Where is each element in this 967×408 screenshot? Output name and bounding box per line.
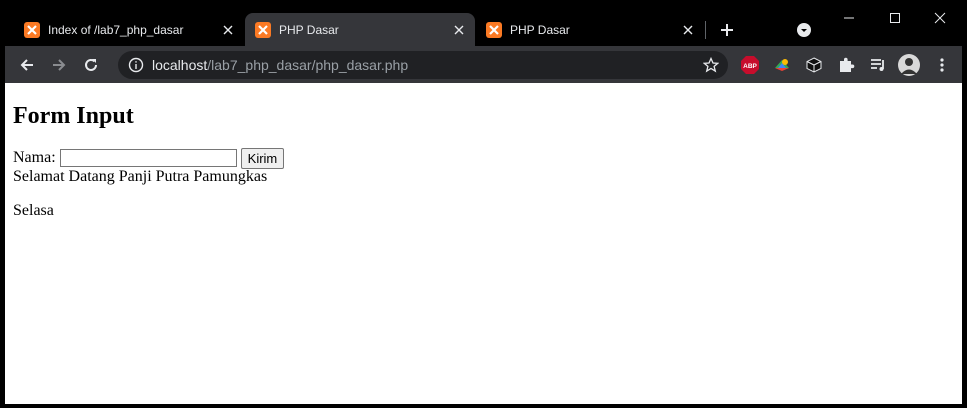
colorful-extension-icon[interactable] — [771, 54, 793, 76]
adblock-extension-icon[interactable]: ABP — [739, 54, 761, 76]
svg-text:ABP: ABP — [743, 63, 757, 70]
tab-strip: Index of /lab7_php_dasar PHP Dasar PHP D… — [0, 0, 967, 46]
name-input[interactable] — [59, 149, 237, 167]
browser-window: Index of /lab7_php_dasar PHP Dasar PHP D… — [0, 0, 967, 408]
close-icon — [934, 12, 946, 24]
close-window-button[interactable] — [925, 8, 955, 28]
page-content: Form Input Nama: Kirim Selamat Datang Pa… — [13, 83, 285, 220]
forward-button[interactable] — [46, 52, 72, 78]
day-text: Selasa — [13, 202, 54, 219]
url-host: localhost — [152, 57, 208, 73]
url-text[interactable]: localhost/lab7_php_dasar/php_dasar.php — [152, 57, 408, 73]
arrow-right-icon — [53, 59, 66, 71]
chevron-down-icon — [797, 23, 811, 37]
tab-search-button[interactable] — [795, 21, 813, 39]
media-playlist-icon[interactable] — [867, 54, 889, 76]
address-bar[interactable]: localhost/lab7_php_dasar/php_dasar.php — [118, 51, 728, 79]
close-icon[interactable] — [680, 22, 696, 38]
tab-title: Index of /lab7_php_dasar — [48, 22, 184, 37]
page-heading: Form Input — [13, 103, 134, 129]
xampp-favicon-icon — [486, 21, 502, 38]
name-form: Nama: Kirim — [13, 147, 285, 169]
info-icon[interactable] — [128, 57, 144, 73]
greeting-text: Selamat Datang Panji Putra Pamungkas — [13, 168, 268, 185]
reload-button[interactable] — [78, 52, 104, 78]
name-label: Nama: — [13, 149, 56, 166]
tab-php-dasar-active[interactable]: PHP Dasar — [245, 13, 475, 46]
bookmark-star-icon[interactable] — [702, 56, 720, 74]
profile-avatar[interactable] — [898, 54, 920, 76]
minimize-icon — [844, 17, 854, 19]
close-icon[interactable] — [220, 22, 236, 38]
minimize-button[interactable] — [834, 8, 864, 28]
menu-kebab-icon[interactable] — [931, 54, 953, 76]
tab-title: PHP Dasar — [510, 22, 570, 37]
tab-php-dasar[interactable]: PHP Dasar — [476, 13, 704, 46]
page-viewport: Form Input Nama: Kirim Selamat Datang Pa… — [5, 83, 962, 404]
tab-index[interactable]: Index of /lab7_php_dasar — [14, 13, 244, 46]
browser-toolbar: localhost/lab7_php_dasar/php_dasar.php A… — [5, 46, 962, 83]
cube-extension-icon[interactable] — [803, 54, 825, 76]
xampp-favicon-icon — [24, 21, 40, 38]
maximize-button[interactable] — [880, 8, 910, 28]
maximize-icon — [890, 13, 900, 23]
arrow-left-icon — [20, 59, 33, 71]
new-tab-button[interactable] — [716, 19, 738, 41]
tab-title: PHP Dasar — [279, 22, 339, 37]
xampp-favicon-icon — [255, 21, 271, 38]
tab-separator — [705, 21, 706, 39]
plus-icon — [721, 24, 733, 36]
submit-button[interactable]: Kirim — [240, 147, 285, 169]
puzzle-extensions-icon[interactable] — [835, 54, 857, 76]
back-button[interactable] — [14, 52, 40, 78]
reload-icon — [85, 58, 97, 71]
close-icon[interactable] — [451, 22, 467, 38]
url-path: /lab7_php_dasar/php_dasar.php — [207, 57, 409, 73]
